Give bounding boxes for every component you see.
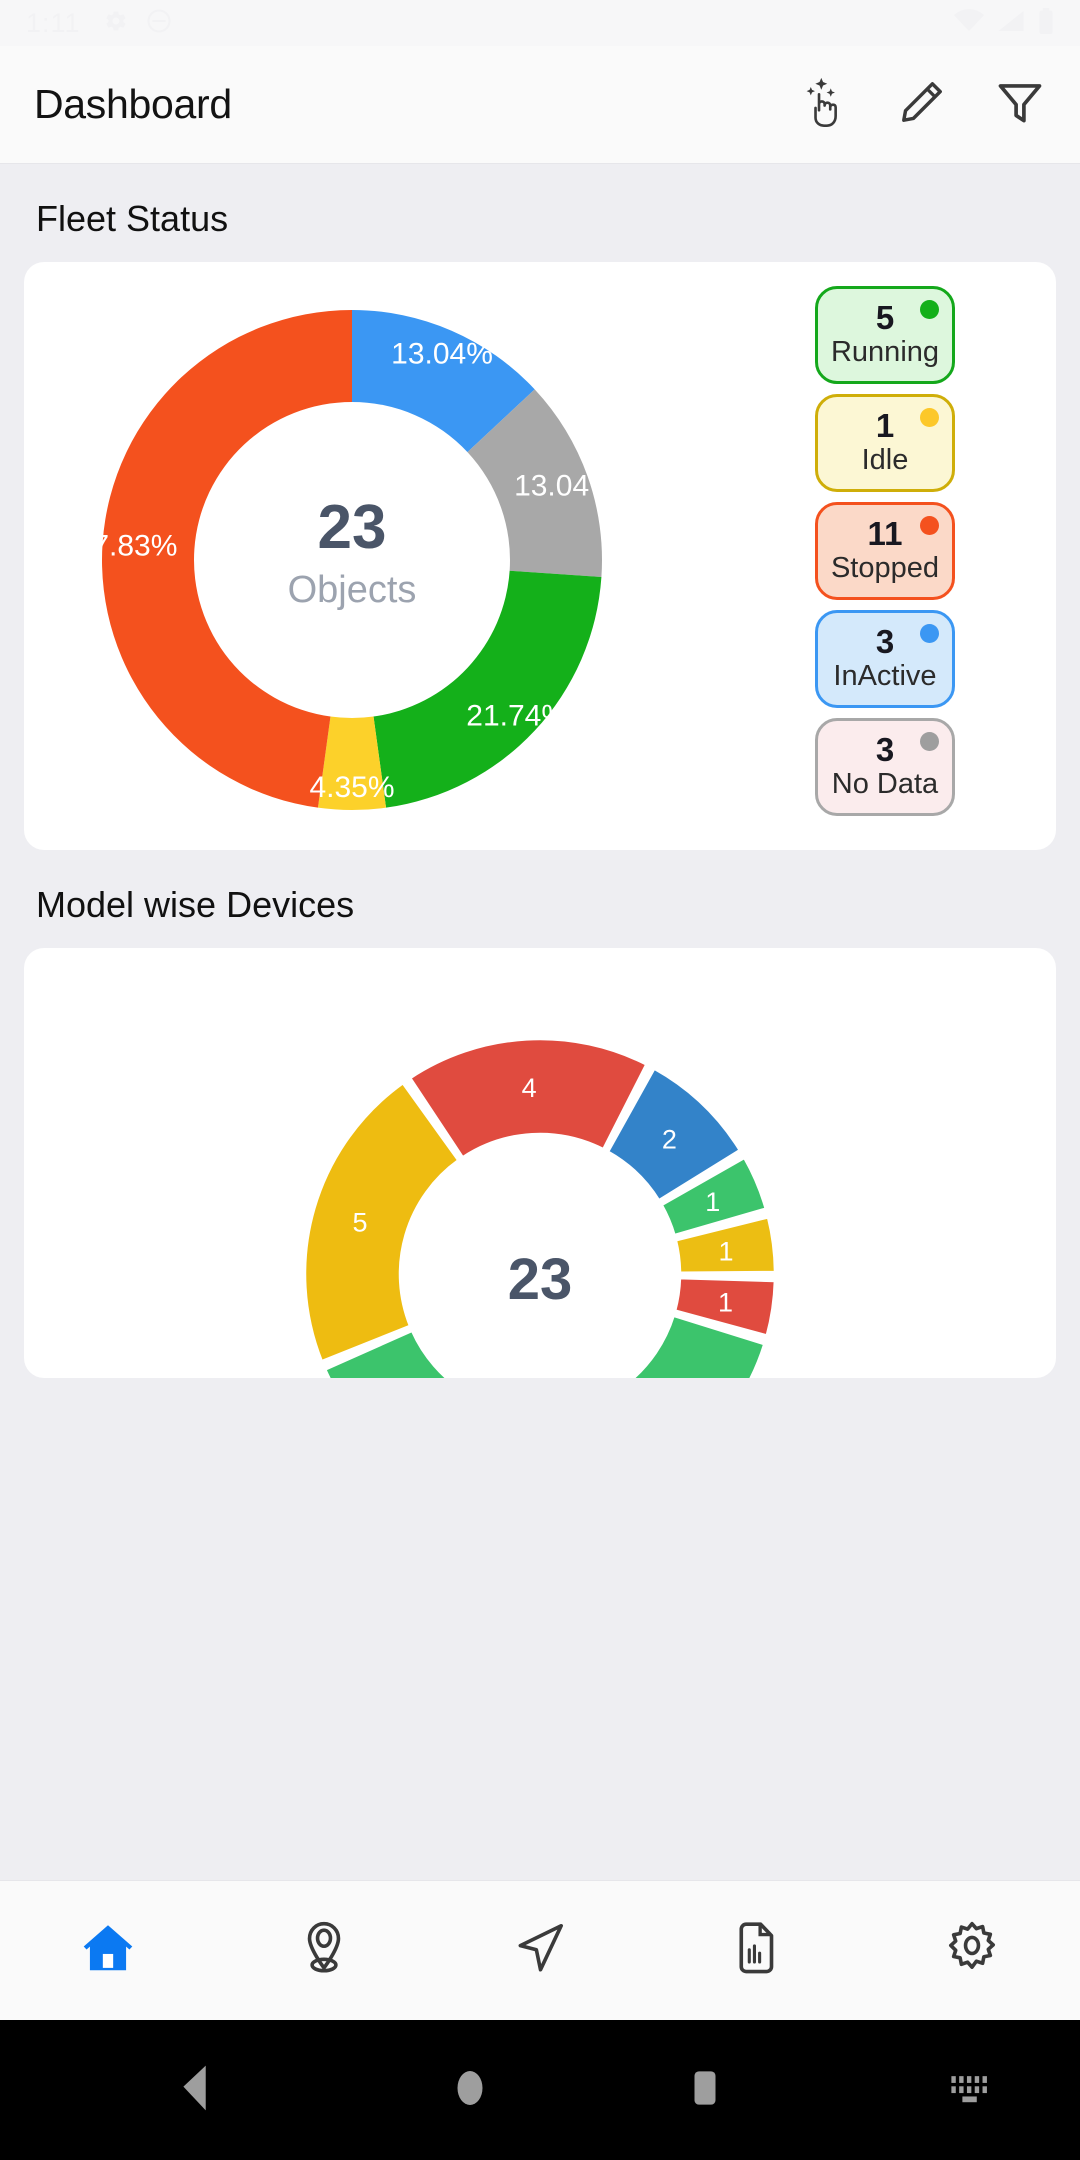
bottom-navigation [0,1880,1080,2020]
navigation-arrow-icon [509,1917,571,1984]
status-bar-time: 1:11 [26,7,81,38]
back-triangle-icon [173,2063,217,2118]
filter-funnel-icon[interactable] [994,76,1046,133]
legend-count: 1 [875,407,895,444]
nav-reports[interactable] [648,1881,864,2020]
sysnav-home[interactable] [390,2063,550,2118]
model-slice[interactable] [303,1081,461,1363]
sysnav-recent[interactable] [550,2063,860,2118]
model-slice-label: 4 [522,1073,537,1103]
home-icon [77,1917,139,1984]
fleet-donut-chart[interactable]: 23 Objects 13.04% 13.04% 21.74% 4.35% 47.83% [24,262,714,850]
page-title: Dashboard [34,81,232,127]
svg-text:23: 23 [508,1247,573,1312]
legend-count: 3 [875,623,895,660]
fleet-slice-label: 13.04% [391,338,493,371]
magic-touch-icon[interactable] [794,74,850,135]
nav-home[interactable] [0,1881,216,2020]
legend-status-dot [920,732,939,751]
status-bar-right-icons [954,7,1054,39]
fleet-slice-label: 47.83% [76,530,178,563]
recents-square-icon [684,2063,726,2118]
fleet-donut-svg: 23 Objects 13.04% 13.04% 21.74% 4.35% 47.83% [76,310,616,810]
report-chart-icon [725,1917,787,1984]
nav-settings[interactable] [864,1881,1080,2020]
gear-icon [941,1917,1003,1984]
legend-status-dot [920,300,939,319]
legend-label: Stopped [830,551,940,584]
legend-label: InActive [833,659,937,692]
dnd-circle-icon [145,7,173,40]
wifi-icon [954,8,984,38]
svg-text:23: 23 [318,493,387,562]
dashboard-content: Fleet Status 23 Objects 13.04% 13.04% 21.7… [0,164,1080,1378]
home-circle-icon [448,2063,492,2118]
legend-card-no-data[interactable]: 3 No Data [815,718,955,816]
model-wise-devices-title: Model wise Devices [36,884,355,925]
sysnav-keyboard[interactable] [860,2066,1080,2115]
legend-status-dot [920,408,939,427]
phone-screen: 1:11 Dashboard Fleet Status 23 Objects 1… [0,0,1080,2160]
battery-icon [1038,7,1054,39]
fleet-legend: 5 Running 1 Idle 11 Stopped 3 InActive 3 No Data [714,262,1056,850]
fleet-status-title: Fleet Status [36,198,229,239]
fleet-status-card: 23 Objects 13.04% 13.04% 21.74% 4.35% 47.83%… [24,262,1056,850]
app-bar-actions [794,74,1046,135]
model-slice-label: 1 [705,1187,720,1217]
system-navigation-bar [0,2020,1080,2160]
nav-track[interactable] [432,1881,648,2020]
model-slice-label: 1 [718,1236,733,1266]
legend-card-idle[interactable]: 1 Idle [815,394,955,492]
svg-text:Objects: Objects [288,569,417,611]
legend-label: Running [830,335,940,368]
signal-icon [996,9,1026,38]
legend-label: Idle [861,443,909,476]
gear-icon [101,7,129,40]
model-donut-svg[interactable]: 23 2 1 1 1 5 4 [280,1014,800,1378]
fleet-slice-label: 4.35% [309,771,394,804]
legend-status-dot [920,516,939,535]
fleet-slice-label: 21.74% [466,699,568,732]
model-slice-label: 1 [718,1288,733,1318]
model-wise-devices-card: 23 2 1 1 1 5 4 [24,948,1056,1378]
legend-card-stopped[interactable]: 11 Stopped [815,502,955,600]
legend-card-inactive[interactable]: 3 InActive [815,610,955,708]
legend-card-running[interactable]: 5 Running [815,286,955,384]
sysnav-back[interactable] [0,2063,390,2118]
edit-pencil-icon[interactable] [896,76,948,133]
model-slice-label: 5 [352,1207,367,1237]
keyboard-icon [948,2066,992,2115]
nav-location[interactable] [216,1881,432,2020]
status-bar-left-icons [101,7,173,40]
legend-status-dot [920,624,939,643]
model-slice-label: 2 [662,1124,677,1154]
status-bar: 1:11 [0,0,1080,46]
legend-count: 11 [867,515,903,552]
map-pin-icon [293,1917,355,1984]
legend-count: 3 [875,731,895,768]
app-bar: Dashboard [0,46,1080,164]
legend-count: 5 [875,299,895,336]
fleet-slice-label: 13.04% [514,469,616,502]
legend-label: No Data [831,767,939,800]
